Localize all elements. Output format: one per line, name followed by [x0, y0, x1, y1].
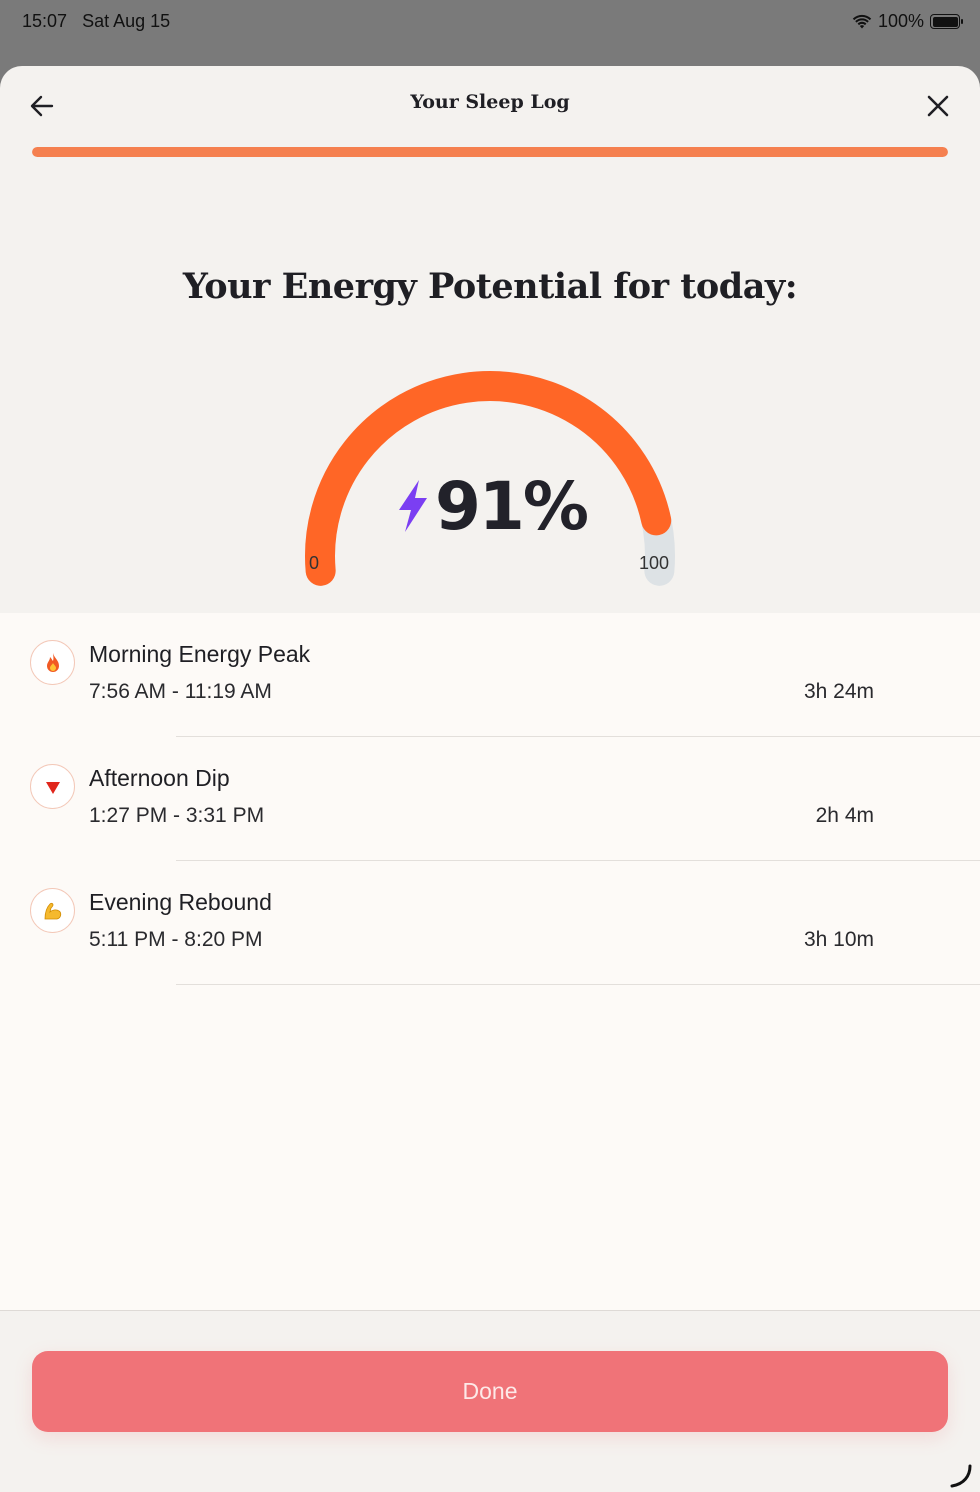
flexed-biceps-icon — [30, 888, 75, 933]
period-time: 1:27 PM - 3:31 PM — [89, 804, 265, 827]
nav-bar: Your Sleep Log — [0, 66, 980, 146]
status-bar: 15:07 Sat Aug 15 100% — [0, 0, 980, 42]
list-item[interactable]: Evening Rebound 5:11 PM - 8:20 PM 3h 10m — [0, 861, 980, 985]
period-title: Evening Rebound — [89, 889, 272, 915]
corner-indicator-icon — [950, 1464, 972, 1488]
energy-heading: Your Energy Potential for today: — [182, 266, 798, 307]
done-button[interactable]: Done — [32, 1351, 948, 1432]
list-item[interactable]: Afternoon Dip 1:27 PM - 3:31 PM 2h 4m — [0, 737, 980, 861]
battery-percent: 100% — [877, 11, 924, 31]
footer-divider — [0, 1310, 980, 1311]
list-item[interactable]: Morning Energy Peak 7:56 AM - 11:19 AM 3… — [0, 613, 980, 737]
period-duration: 2h 4m — [815, 804, 874, 827]
period-title: Morning Energy Peak — [89, 641, 311, 667]
period-duration: 3h 10m — [803, 928, 874, 951]
gauge-percentage: 91% — [435, 467, 589, 545]
status-right: 100% — [852, 11, 963, 32]
progress-bar — [32, 147, 948, 157]
wifi-icon — [852, 14, 872, 28]
battery-icon — [930, 14, 963, 29]
sleep-log-sheet: Your Sleep Log Your Energy Potential for… — [0, 66, 980, 1492]
gauge-min-label: 0 — [309, 553, 320, 573]
energy-periods-list: Morning Energy Peak 7:56 AM - 11:19 AM 3… — [0, 613, 980, 1310]
gauge-max-label: 100 — [639, 553, 670, 573]
divider — [176, 984, 980, 985]
progress-fill — [32, 147, 948, 157]
status-date: Sat Aug 15 — [82, 11, 171, 31]
close-icon[interactable] — [926, 94, 950, 118]
period-duration: 3h 24m — [803, 680, 874, 703]
status-time: 15:07 — [22, 11, 68, 31]
footer: Done — [0, 1310, 980, 1492]
lightning-bolt-icon — [399, 480, 427, 532]
page-title: Your Sleep Log — [410, 91, 570, 113]
period-title: Afternoon Dip — [89, 765, 230, 791]
period-time: 7:56 AM - 11:19 AM — [89, 680, 272, 703]
gauge-value: 91% — [390, 466, 590, 546]
fire-icon — [30, 640, 75, 685]
red-triangle-down-icon — [30, 764, 75, 809]
status-left: 15:07 Sat Aug 15 — [22, 11, 180, 32]
period-time: 5:11 PM - 8:20 PM — [89, 928, 263, 951]
